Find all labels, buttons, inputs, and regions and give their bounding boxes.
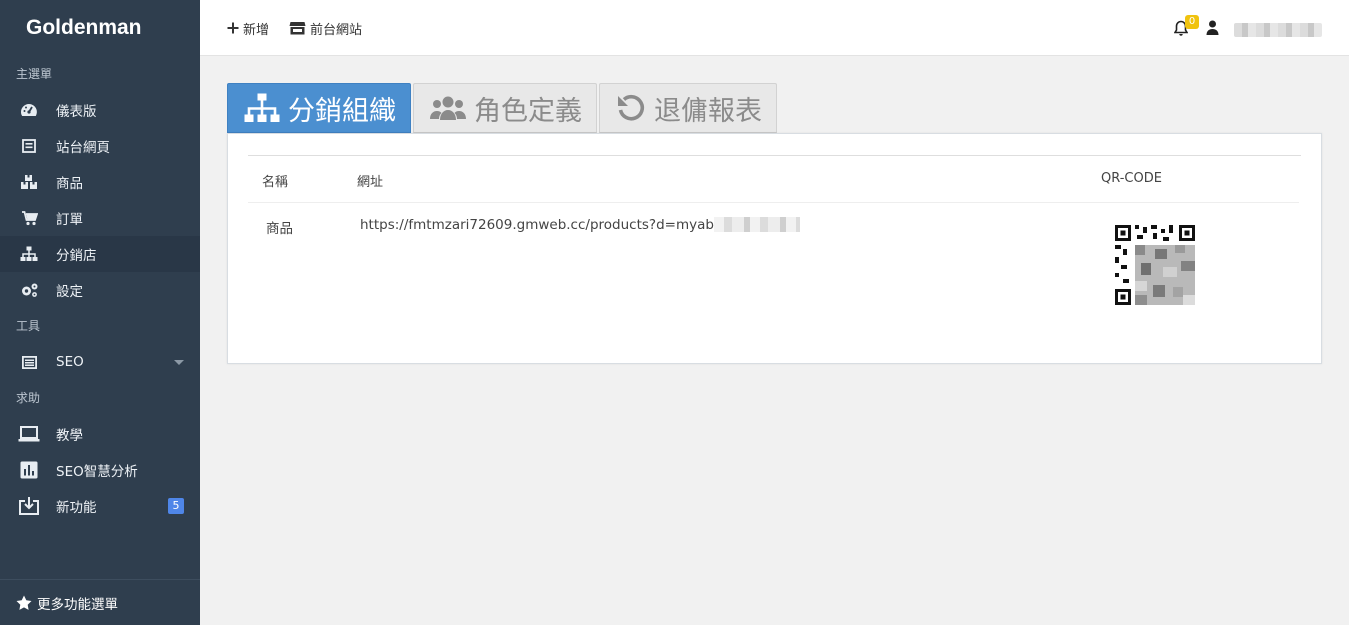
qr-code-image[interactable] [1115, 225, 1195, 305]
top-bar: 新增 前台網站 0 [200, 0, 1349, 56]
star-icon [16, 595, 32, 610]
sidebar-item-label: 分銷店 [56, 248, 97, 264]
sitemap-icon [244, 93, 280, 122]
add-new-button[interactable]: 新增 [227, 0, 269, 56]
sidebar-item-new-features[interactable]: 新功能 5 [0, 488, 200, 524]
chevron-down-icon[interactable] [174, 360, 184, 365]
column-header-qrcode: QR-CODE [1101, 171, 1162, 186]
sidebar-item-seo-analysis[interactable]: SEO智慧分析 [0, 452, 200, 488]
laptop-icon [18, 424, 40, 444]
section-tools: 工具 [16, 319, 41, 333]
add-new-label: 新增 [243, 22, 270, 38]
undo-icon [618, 94, 645, 121]
sidebar-item-label: SEO智慧分析 [56, 464, 138, 480]
user-name-redacted[interactable] [1234, 23, 1322, 37]
sitemap-icon [18, 244, 40, 264]
cart-icon [18, 208, 40, 228]
sidebar-item-tutorial[interactable]: 教學 [0, 416, 200, 452]
tab-commission-report[interactable]: 退傭報表 [599, 83, 777, 133]
sidebar-item-seo[interactable]: SEO [0, 344, 200, 380]
gears-icon [18, 280, 40, 300]
column-header-name: 名稱 [262, 175, 289, 190]
distribution-panel: 名稱 網址 QR-CODE 商品 https://fmtmzari72609.g… [227, 133, 1322, 364]
sidebar-item-label: 站台網頁 [56, 140, 110, 156]
storefront-label: 前台網站 [310, 22, 363, 38]
sidebar-item-site-pages[interactable]: 站台網頁 [0, 128, 200, 164]
section-help: 求助 [16, 391, 41, 405]
tab-role-definition[interactable]: 角色定義 [413, 83, 597, 133]
boxes-icon [18, 172, 40, 192]
users-icon [430, 96, 466, 120]
storefront-link[interactable]: 前台網站 [289, 0, 362, 56]
sidebar-item-products[interactable]: 商品 [0, 164, 200, 200]
user-icon[interactable] [1206, 20, 1219, 35]
tab-bar: 分銷組織 角色定義 退傭報表 [227, 83, 779, 133]
download-icon [18, 496, 40, 516]
sidebar-item-label: 教學 [56, 428, 83, 444]
chart-icon [18, 460, 40, 480]
brand-logo[interactable]: Goldenman [0, 0, 200, 56]
sidebar-item-label: SEO [56, 354, 84, 370]
store-icon [289, 22, 306, 35]
row-url-link[interactable]: https://fmtmzari72609.gmweb.cc/products?… [360, 217, 723, 233]
tab-label: 角色定義 [474, 95, 582, 127]
row-name-cell: 商品 [266, 221, 293, 237]
divider [248, 155, 1301, 156]
tab-label: 分銷組織 [288, 95, 396, 127]
dashboard-icon [18, 100, 40, 120]
sidebar-item-dashboard[interactable]: 儀表版 [0, 92, 200, 128]
plus-icon [227, 22, 239, 34]
sidebar-item-orders[interactable]: 訂單 [0, 200, 200, 236]
sidebar-item-label: 訂單 [56, 212, 83, 228]
sidebar-item-distributors[interactable]: 分銷店 [0, 236, 200, 272]
divider [248, 202, 1299, 203]
tab-label: 退傭報表 [654, 95, 762, 127]
sidebar: Goldenman 主選單 儀表版 站台網頁 商品 訂單 分銷店 設定 工具 S… [0, 0, 200, 625]
list-icon [18, 352, 40, 372]
sidebar-item-label: 新功能 [56, 500, 97, 516]
column-header-url: 網址 [357, 175, 384, 190]
sidebar-item-label: 設定 [56, 284, 83, 300]
file-icon [18, 136, 40, 156]
section-main: 主選單 [16, 67, 53, 81]
sidebar-item-label: 儀表版 [56, 104, 97, 120]
notification-count-badge: 0 [1185, 15, 1199, 29]
sidebar-item-label: 商品 [56, 176, 83, 192]
more-features-menu[interactable]: 更多功能選單 [0, 579, 200, 625]
new-features-count-badge: 5 [168, 498, 184, 514]
sidebar-item-settings[interactable]: 設定 [0, 272, 200, 308]
more-features-label: 更多功能選單 [37, 596, 118, 613]
url-redacted-part [714, 217, 800, 232]
tab-distribution-organization[interactable]: 分銷組織 [227, 83, 411, 133]
